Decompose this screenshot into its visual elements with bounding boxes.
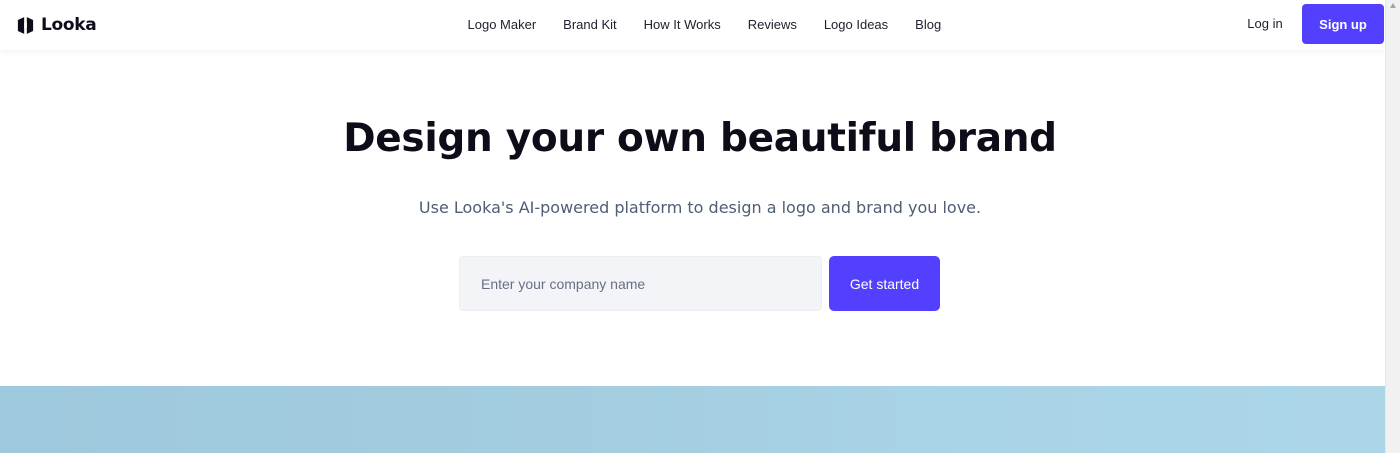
scroll-up-arrow-icon[interactable] [1390, 3, 1396, 8]
company-name-form: Get started [459, 256, 941, 311]
brand-name: Looka [41, 15, 97, 35]
looka-logo-icon [17, 16, 34, 34]
nav-link-logo-maker[interactable]: Logo Maker [454, 17, 550, 32]
nav-link-reviews[interactable]: Reviews [734, 17, 810, 32]
hero-subtitle: Use Looka's AI-powered platform to desig… [418, 198, 982, 217]
signup-button[interactable]: Sign up [1302, 4, 1384, 44]
looka-logo-link[interactable]: Looka [16, 13, 97, 37]
hero-title: Design your own beautiful brand [343, 116, 1057, 161]
get-started-button[interactable]: Get started [829, 256, 940, 311]
nav-link-how-it-works[interactable]: How It Works [630, 17, 734, 32]
hero-image-banner [0, 386, 1385, 453]
nav-link-logo-ideas[interactable]: Logo Ideas [810, 17, 901, 32]
company-name-input[interactable] [459, 256, 822, 311]
nav-link-blog[interactable]: Blog [902, 17, 955, 32]
nav-link-brand-kit[interactable]: Brand Kit [550, 17, 630, 32]
main-nav: Logo Maker Brand Kit How It Works Review… [454, 0, 955, 48]
hero-section: Design your own beautiful brand Use Look… [0, 50, 1385, 386]
login-link[interactable]: Log in [1236, 15, 1294, 33]
top-navbar: Looka Logo Maker Brand Kit How It Works … [0, 0, 1385, 50]
page-scrollbar[interactable] [1385, 0, 1400, 453]
